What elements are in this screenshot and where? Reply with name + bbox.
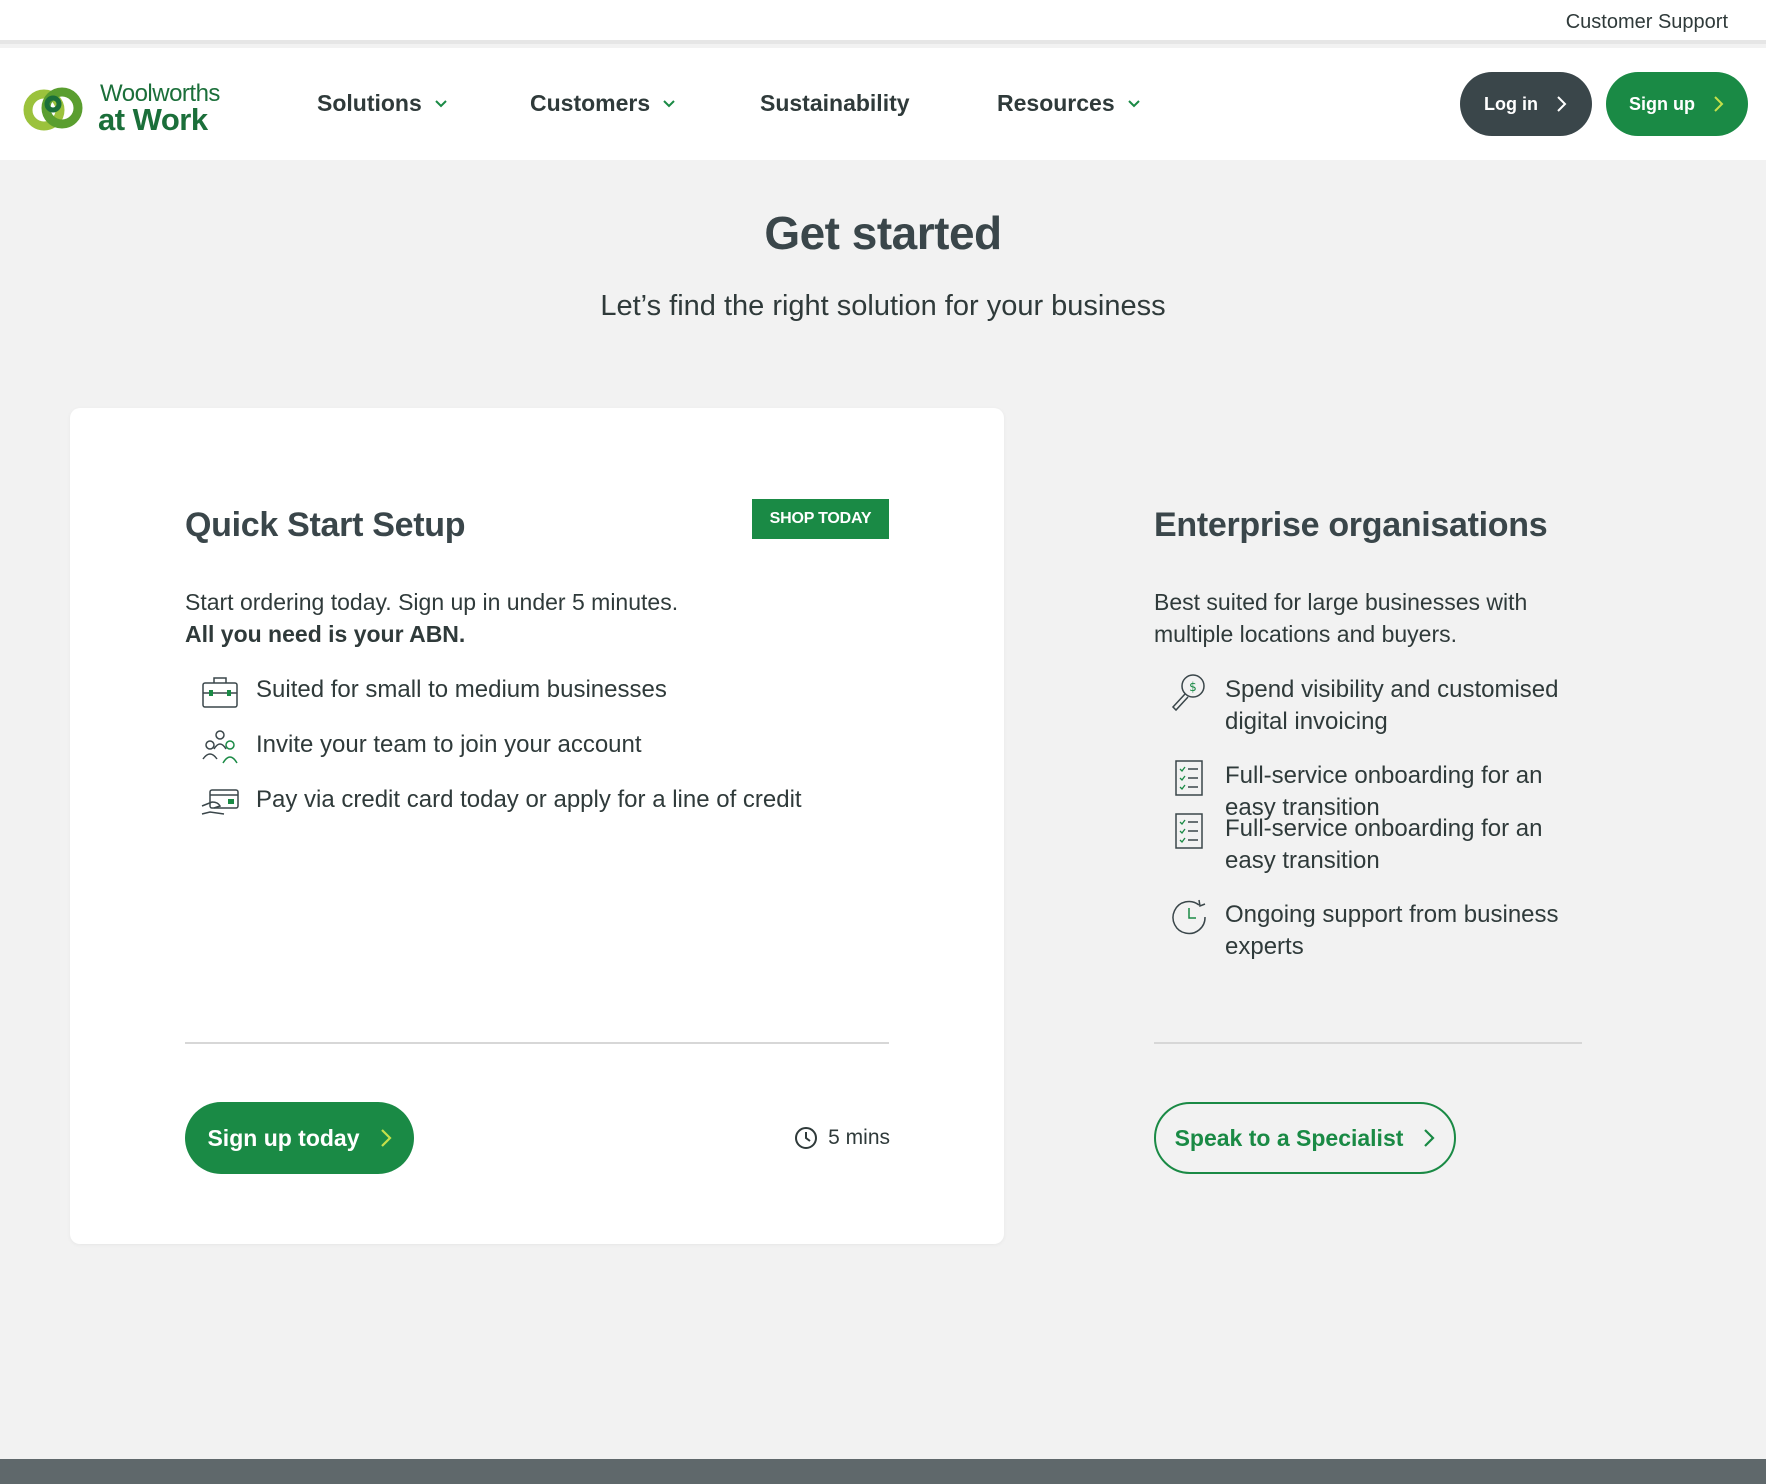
login-label: Log in bbox=[1484, 93, 1538, 114]
chevron-right-icon bbox=[1557, 96, 1567, 112]
team-icon bbox=[202, 730, 238, 764]
signup-label: Sign up bbox=[1629, 93, 1695, 114]
nav-label: Solutions bbox=[317, 90, 422, 116]
sign-up-today-label: Sign up today bbox=[207, 1124, 360, 1151]
footer-band bbox=[0, 1459, 1766, 1484]
chevron-right-icon bbox=[1714, 96, 1724, 112]
nav-resources[interactable]: Resources bbox=[997, 90, 1141, 117]
brand-line2: at Work bbox=[98, 102, 208, 137]
chevron-right-icon bbox=[1424, 1129, 1435, 1147]
quick-start-title: Quick Start Setup bbox=[185, 506, 466, 544]
feature-text: Spend visibility and customised digital … bbox=[1225, 676, 1559, 735]
list-item: Full-service onboarding for an easy tran… bbox=[1169, 813, 1579, 877]
feature-text: Pay via credit card today or apply for a… bbox=[256, 786, 802, 813]
quick-start-card: Quick Start Setup SHOP TODAY Start order… bbox=[70, 408, 1004, 1244]
page-subtitle: Let’s find the right solution for your b… bbox=[600, 290, 1166, 322]
nav-label: Sustainability bbox=[760, 90, 910, 116]
chevron-down-icon bbox=[663, 99, 675, 107]
checklist-icon bbox=[1175, 760, 1203, 796]
speak-to-specialist-label: Speak to a Specialist bbox=[1174, 1124, 1404, 1151]
svg-text:$: $ bbox=[1189, 680, 1197, 694]
shop-today-badge: SHOP TODAY bbox=[752, 499, 889, 539]
feature-text: Invite your team to join your account bbox=[256, 731, 642, 758]
divider bbox=[1154, 1042, 1582, 1044]
enterprise-section: Enterprise organisations Best suited for… bbox=[1154, 408, 1584, 1244]
checklist-icon bbox=[1175, 813, 1203, 849]
feature-text: Full-service onboarding for an easy tran… bbox=[1225, 815, 1543, 874]
chevron-down-icon bbox=[435, 99, 447, 107]
dollar-search-icon: $ bbox=[1171, 674, 1205, 712]
list-item: Suited for small to medium businesses bbox=[200, 674, 667, 712]
nav-customers[interactable]: Customers bbox=[530, 90, 676, 117]
speak-to-specialist-button[interactable]: Speak to a Specialist bbox=[1154, 1102, 1456, 1174]
divider bbox=[185, 1042, 889, 1044]
clock-support-icon bbox=[1172, 899, 1206, 935]
briefcase-icon bbox=[202, 677, 238, 708]
chevron-down-icon bbox=[1127, 99, 1140, 107]
list-item: Ongoing support from business experts bbox=[1169, 899, 1579, 963]
enterprise-description: Best suited for large businesses with mu… bbox=[1154, 589, 1528, 647]
utility-bar: Customer Support bbox=[0, 0, 1766, 44]
login-button[interactable]: Log in bbox=[1460, 72, 1592, 136]
quick-start-desc-line1: Start ordering today. Sign up in under 5… bbox=[185, 589, 679, 615]
nav-label: Customers bbox=[530, 90, 651, 116]
brand-logo[interactable]: Woolworths at Work bbox=[22, 76, 232, 137]
sign-up-today-button[interactable]: Sign up today bbox=[185, 1102, 414, 1174]
feature-text: Ongoing support from business experts bbox=[1225, 901, 1559, 960]
quick-start-description: Start ordering today. Sign up in under 5… bbox=[185, 586, 678, 650]
clock-icon bbox=[795, 1127, 818, 1149]
page-title: Get started bbox=[764, 207, 1002, 259]
time-estimate: 5 mins bbox=[794, 1126, 890, 1150]
credit-card-icon bbox=[201, 789, 239, 815]
list-item: Invite your team to join your account bbox=[200, 729, 642, 767]
nav-solutions[interactable]: Solutions bbox=[317, 90, 448, 117]
customer-support-link[interactable]: Customer Support bbox=[1566, 11, 1728, 34]
enterprise-title: Enterprise organisations bbox=[1154, 506, 1548, 544]
feature-text: Suited for small to medium businesses bbox=[256, 676, 667, 703]
woolworths-logo-icon bbox=[23, 87, 83, 131]
time-label: 5 mins bbox=[828, 1126, 890, 1149]
nav-sustainability[interactable]: Sustainability bbox=[760, 90, 910, 117]
nav-label: Resources bbox=[997, 90, 1115, 116]
main-nav: Woolworths at Work Solutions Customers S… bbox=[0, 48, 1766, 160]
chevron-right-icon bbox=[380, 1129, 392, 1147]
list-item: $ Spend visibility and customised digita… bbox=[1169, 674, 1579, 738]
signup-button[interactable]: Sign up bbox=[1606, 72, 1748, 136]
quick-start-desc-abn: All you need is your ABN. bbox=[185, 621, 466, 647]
list-item: Pay via credit card today or apply for a… bbox=[200, 784, 802, 822]
